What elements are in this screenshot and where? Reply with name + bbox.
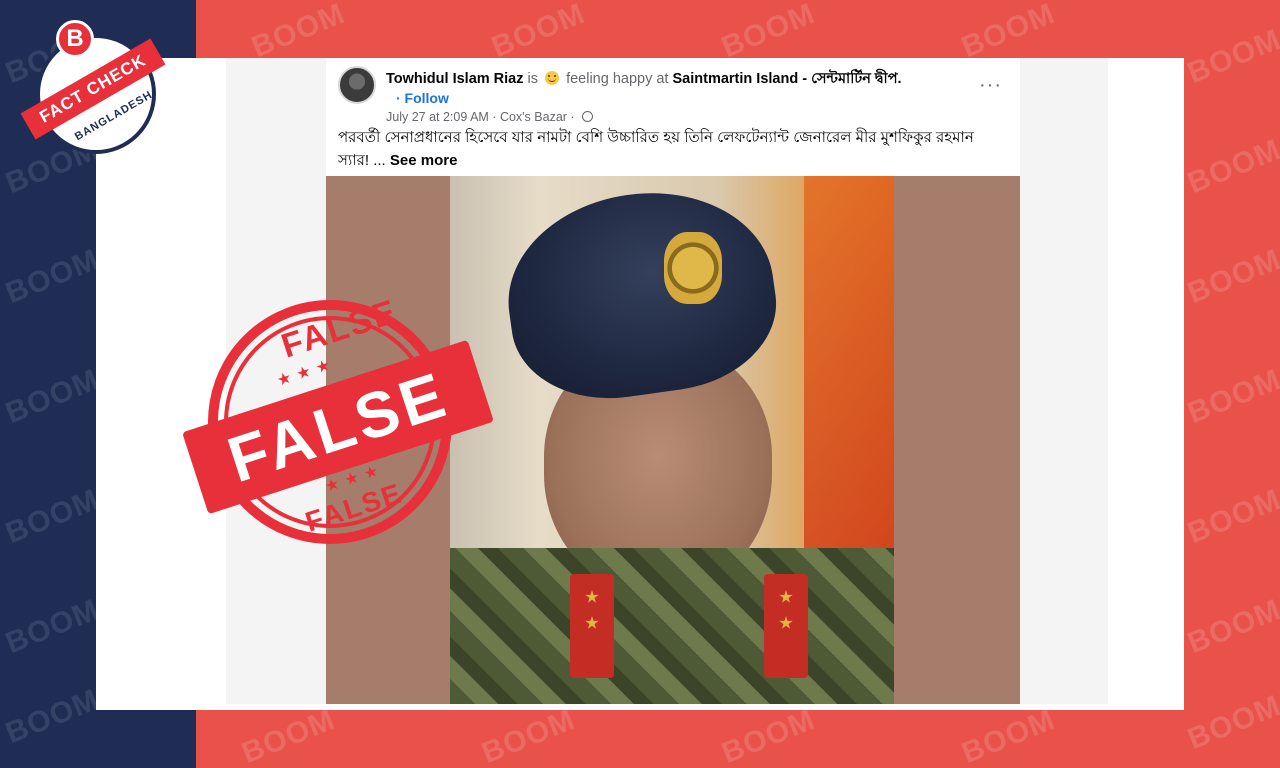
- is-word: is: [527, 71, 539, 87]
- false-stamp: FALSE ★★★ FALSE ★★★ FALSE: [182, 292, 494, 560]
- panel-margin-right: [1020, 58, 1108, 704]
- avatar[interactable]: [338, 66, 376, 104]
- rank-star-icon: [779, 590, 793, 603]
- globe-icon: [582, 111, 594, 122]
- smile-emoji-icon: [545, 71, 560, 85]
- cap-badge: [664, 232, 722, 304]
- camouflage-uniform: [450, 548, 894, 704]
- author-name[interactable]: Towhidul Islam Riaz: [386, 71, 524, 87]
- flag-backdrop: [804, 176, 894, 556]
- post-meta: July 27 at 2:09 AM · Cox's Bazar ·: [386, 110, 594, 124]
- more-options-icon[interactable]: ···: [979, 74, 1002, 97]
- rank-star-icon: [585, 616, 599, 629]
- rank-star-icon: [585, 590, 599, 603]
- follow-button[interactable]: · Follow: [396, 90, 449, 106]
- post-header: Towhidul Islam Riaz is feeling happy at …: [338, 64, 1008, 124]
- feeling-text: feeling happy at: [566, 71, 669, 87]
- beret: [495, 176, 787, 412]
- rank-star-icon: [779, 616, 793, 629]
- logo-letter: B: [56, 20, 94, 58]
- post-timestamp[interactable]: July 27 at 2:09 AM · Cox's Bazar ·: [386, 110, 575, 124]
- boom-fact-check-logo: B FACT CHECK BANGLADESH: [20, 14, 172, 164]
- rank-epaulette-left: [570, 574, 614, 678]
- location-link[interactable]: Saintmartin Island - সেন্টমার্টিন দ্বীপ.: [673, 71, 902, 87]
- post-text: পরবর্তী সেনাপ্রধানের হিসেবে যার নামটা বে…: [338, 126, 1008, 172]
- post-author-line: Towhidul Islam Riaz is feeling happy at …: [386, 68, 902, 92]
- post-photo: [450, 176, 894, 704]
- see-more-link[interactable]: See more: [390, 152, 458, 169]
- rank-epaulette-right: [764, 574, 808, 678]
